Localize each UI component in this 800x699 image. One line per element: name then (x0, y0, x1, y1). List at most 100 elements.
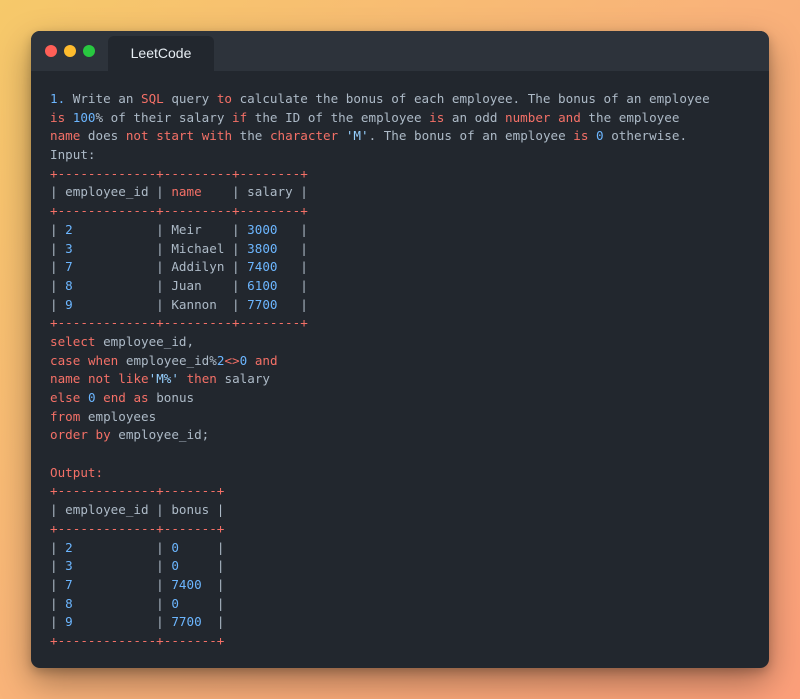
minimize-window-icon[interactable] (64, 45, 76, 57)
code-token: | (201, 576, 225, 592)
code-token: to (216, 91, 232, 106)
code-token: name (171, 184, 202, 200)
close-window-icon[interactable] (45, 45, 57, 57)
code-line: | 7 | Addilyn | 7400 | (50, 258, 710, 277)
code-token: | (277, 259, 308, 275)
code-token: 3 (65, 240, 73, 256)
code-line: 1. Write an SQL query to calculate the b… (50, 90, 710, 109)
code-token: 9 (65, 296, 73, 312)
code-token: | Kannon | (72, 296, 248, 312)
code-token: | (277, 277, 308, 293)
code-token: | (178, 558, 225, 574)
code-token: an odd (444, 109, 505, 125)
code-token: 8 (65, 277, 73, 293)
code-line: | 7 | 7400 | (50, 576, 710, 595)
code-token: 'M' (345, 128, 369, 144)
tab-leetcode[interactable]: LeetCode (108, 36, 214, 71)
code-token: | (50, 240, 66, 256)
code-line: order by employee_id; (50, 426, 710, 445)
code-token: 3 (65, 558, 73, 574)
code-line: name does not start with the character '… (50, 127, 710, 146)
code-line: from employees (50, 408, 710, 427)
code-line: | 3 | Michael | 3800 | (50, 240, 710, 259)
code-token: +-------------+-------+ (50, 632, 225, 648)
code-line: else 0 end as bonus (50, 389, 710, 408)
code-token: | (178, 539, 225, 555)
code-token: 9 (65, 614, 73, 630)
code-line: +-------------+---------+--------+ (50, 314, 710, 333)
code-token: | Juan | (72, 277, 248, 293)
code-token: | (50, 558, 66, 574)
code-token: number (505, 109, 551, 125)
code-token: and (254, 352, 278, 368)
code-token: +-------------+---------+--------+ (50, 315, 308, 331)
code-token: | employee_id | (50, 184, 172, 200)
code-token: 7 (65, 259, 73, 275)
code-token: Write an (65, 91, 141, 106)
code-line: +-------------+-------+ (50, 632, 710, 651)
code-token: +-------------+-------+ (50, 483, 225, 499)
code-token: end (103, 390, 126, 405)
code-token: 0 (171, 558, 179, 574)
code-token: is (573, 128, 589, 144)
code-token: 3000 (247, 221, 278, 237)
code-token: | (50, 296, 66, 312)
code-token: | (277, 221, 308, 237)
code-token: | (50, 221, 66, 237)
code-token: case (50, 352, 81, 368)
code-token: employees (80, 408, 157, 424)
code-token: 0 (171, 595, 179, 611)
code-line: | 9 | 7700 | (50, 613, 710, 632)
code-token: 'M%' (148, 371, 179, 387)
code-token: | (50, 539, 66, 555)
code-token: +-------------+-------+ (50, 520, 225, 536)
code-token: as (133, 390, 149, 405)
code-token: the (232, 128, 270, 144)
code-token: name (50, 371, 81, 387)
code-token: 7400 (247, 259, 278, 275)
code-token: does (80, 128, 126, 144)
code-line: | 2 | 0 | (50, 539, 710, 558)
code-token: 6100 (247, 277, 278, 293)
code-token: | (277, 296, 308, 312)
code-token: | (201, 614, 225, 630)
code-line: | 9 | Kannon | 7700 | (50, 296, 710, 315)
code-token: | (72, 614, 172, 630)
code-token: 7700 (171, 614, 202, 630)
code-token: start (156, 128, 195, 144)
code-line: +-------------+-------+ (50, 520, 710, 539)
code-token: <> (224, 352, 240, 368)
code-token: | (72, 539, 172, 555)
code-token: else (50, 390, 81, 405)
code-line: case when employee_id%2<>0 and (50, 352, 710, 371)
code-line: +-------------+-------+ (50, 482, 710, 501)
code-token: with (201, 128, 233, 144)
code-token: the ID of the employee (247, 109, 430, 125)
maximize-window-icon[interactable] (83, 45, 95, 57)
code-line: is 100% of their salary if the ID of the… (50, 109, 710, 128)
code-token: . The bonus of an employee (368, 128, 574, 144)
code-token: salary (216, 371, 270, 387)
code-line: | 3 | 0 | (50, 557, 710, 576)
code-token: select (50, 333, 96, 349)
code-token: 0 (87, 390, 96, 405)
code-token: | (72, 595, 172, 611)
code-token: like (118, 371, 149, 387)
code-line: +-------------+---------+--------+ (50, 202, 710, 221)
code-token: character (269, 128, 339, 144)
code-line: | employee_id | name | salary | (50, 183, 710, 202)
code-token: | salary | (201, 184, 308, 200)
code-token: then (186, 371, 217, 387)
code-token: name (50, 128, 81, 144)
code-token: | Addilyn | (72, 259, 248, 275)
code-token: 2 (65, 221, 73, 237)
code-window: LeetCode 1. Write an SQL query to calcul… (31, 31, 769, 668)
